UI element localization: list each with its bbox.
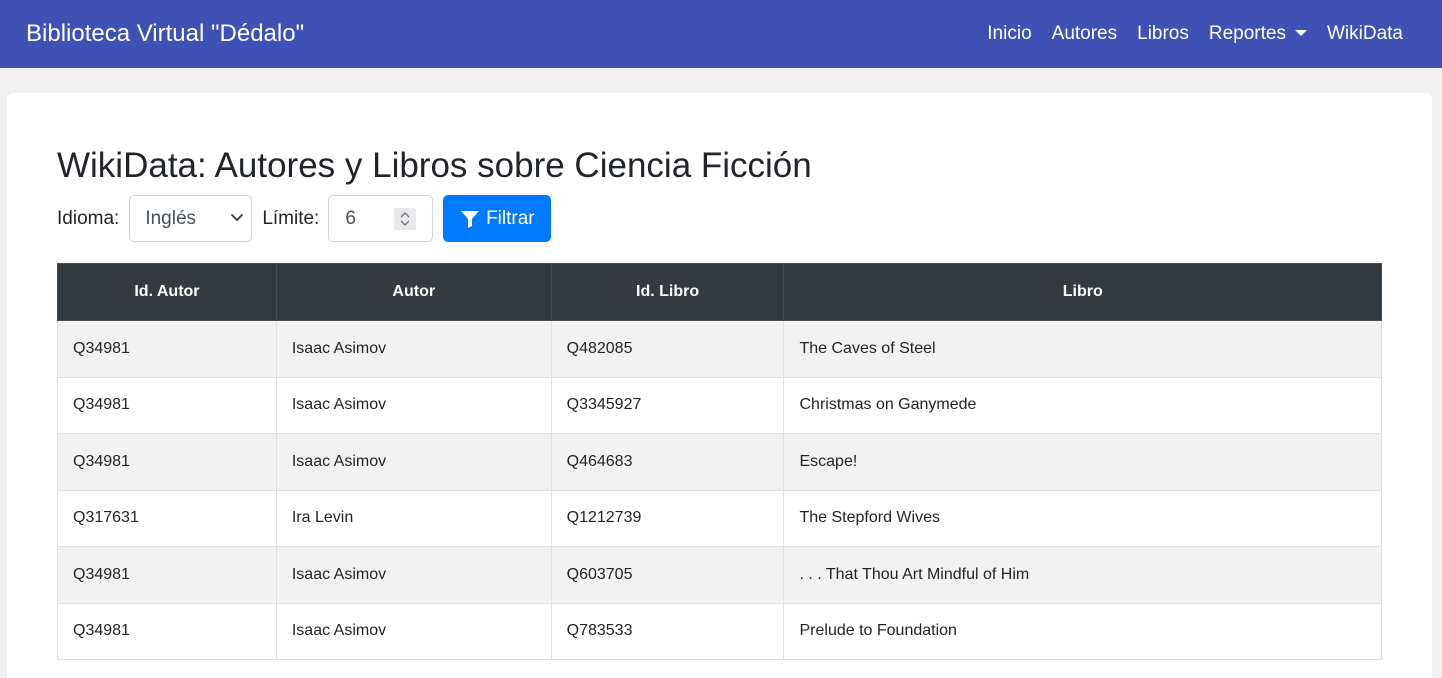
column-header-libro[interactable]: Libro <box>783 263 1382 321</box>
nav-menu: Inicio Autores Libros Reportes WikiData <box>967 20 1403 48</box>
nav-item-autores[interactable]: Autores <box>1052 20 1117 48</box>
cell-id-libro: Q1212739 <box>550 489 785 547</box>
table-row: Q34981 Isaac Asimov Q482085 The Caves of… <box>57 320 1382 378</box>
table-row: Q317631 Ira Levin Q1212739 The Stepford … <box>57 489 1382 547</box>
nav-item-reportes-label: Reportes <box>1208 23 1286 44</box>
column-header-id-autor[interactable]: Id. Autor <box>57 263 277 321</box>
content-card: WikiData: Autores y Libros sobre Ciencia… <box>7 93 1432 678</box>
column-header-id-libro[interactable]: Id. Libro <box>550 263 785 321</box>
chevron-down-icon <box>231 214 244 221</box>
filter-button[interactable]: Filtrar <box>443 195 552 242</box>
table-header-row: Id. Autor Autor Id. Libro Libro <box>57 263 1382 321</box>
table-row: Q34981 Isaac Asimov Q603705 . . . That T… <box>57 546 1382 604</box>
cell-autor: Ira Levin <box>275 489 552 547</box>
table-row: Q34981 Isaac Asimov Q3345927 Christmas o… <box>57 376 1382 434</box>
cell-id-autor: Q34981 <box>57 376 277 434</box>
cell-id-autor: Q34981 <box>57 320 277 378</box>
idioma-label: Idioma: <box>57 207 120 229</box>
cell-id-libro: Q464683 <box>550 433 785 491</box>
caret-down-icon <box>1294 30 1307 36</box>
nav-item-reportes-dropdown[interactable]: Reportes <box>1209 20 1307 48</box>
cell-id-libro: Q3345927 <box>550 376 785 434</box>
cell-id-autor: Q34981 <box>57 433 277 491</box>
cell-id-autor: Q34981 <box>57 602 277 660</box>
cell-id-libro: Q482085 <box>550 320 785 378</box>
idioma-selected-value: Inglés <box>145 207 197 229</box>
cell-id-libro: Q783533 <box>550 602 785 660</box>
filter-form: Idioma: Inglés Límite: 6 Filtrar <box>57 195 552 242</box>
cell-id-autor: Q34981 <box>57 546 277 604</box>
navbar: Biblioteca Virtual "Dédalo" Inicio Autor… <box>0 0 1442 68</box>
cell-libro: Prelude to Foundation <box>783 602 1382 660</box>
limite-label: Límite: <box>262 207 320 229</box>
cell-libro: . . . That Thou Art Mindful of Him <box>783 546 1382 604</box>
cell-autor: Isaac Asimov <box>275 602 552 660</box>
brand-link[interactable]: Biblioteca Virtual "Dédalo" <box>26 18 304 50</box>
limite-value: 6 <box>345 207 356 229</box>
page-title: WikiData: Autores y Libros sobre Ciencia… <box>57 146 812 185</box>
filter-icon <box>461 210 480 228</box>
cell-autor: Isaac Asimov <box>275 376 552 434</box>
column-header-autor[interactable]: Autor <box>275 263 552 321</box>
table-row: Q34981 Isaac Asimov Q464683 Escape! <box>57 433 1382 491</box>
cell-id-autor: Q317631 <box>57 489 277 547</box>
idioma-select[interactable]: Inglés <box>129 195 253 242</box>
cell-libro: Escape! <box>783 433 1382 491</box>
filter-button-label: Filtrar <box>486 207 535 229</box>
cell-autor: Isaac Asimov <box>275 546 552 604</box>
cell-libro: The Caves of Steel <box>783 320 1382 378</box>
spinner-arrows-icon[interactable] <box>394 208 417 230</box>
nav-item-wikidata[interactable]: WikiData <box>1327 20 1403 48</box>
limite-number-input[interactable]: 6 <box>328 195 434 242</box>
table-row: Q34981 Isaac Asimov Q783533 Prelude to F… <box>57 602 1382 660</box>
nav-item-inicio[interactable]: Inicio <box>987 20 1031 48</box>
cell-autor: Isaac Asimov <box>275 433 552 491</box>
results-table: Id. Autor Autor Id. Libro Libro Q34981 I… <box>57 263 1382 660</box>
cell-id-libro: Q603705 <box>550 546 785 604</box>
cell-libro: The Stepford Wives <box>783 489 1382 547</box>
nav-item-libros[interactable]: Libros <box>1137 20 1189 48</box>
cell-autor: Isaac Asimov <box>275 320 552 378</box>
cell-libro: Christmas on Ganymede <box>783 376 1382 434</box>
